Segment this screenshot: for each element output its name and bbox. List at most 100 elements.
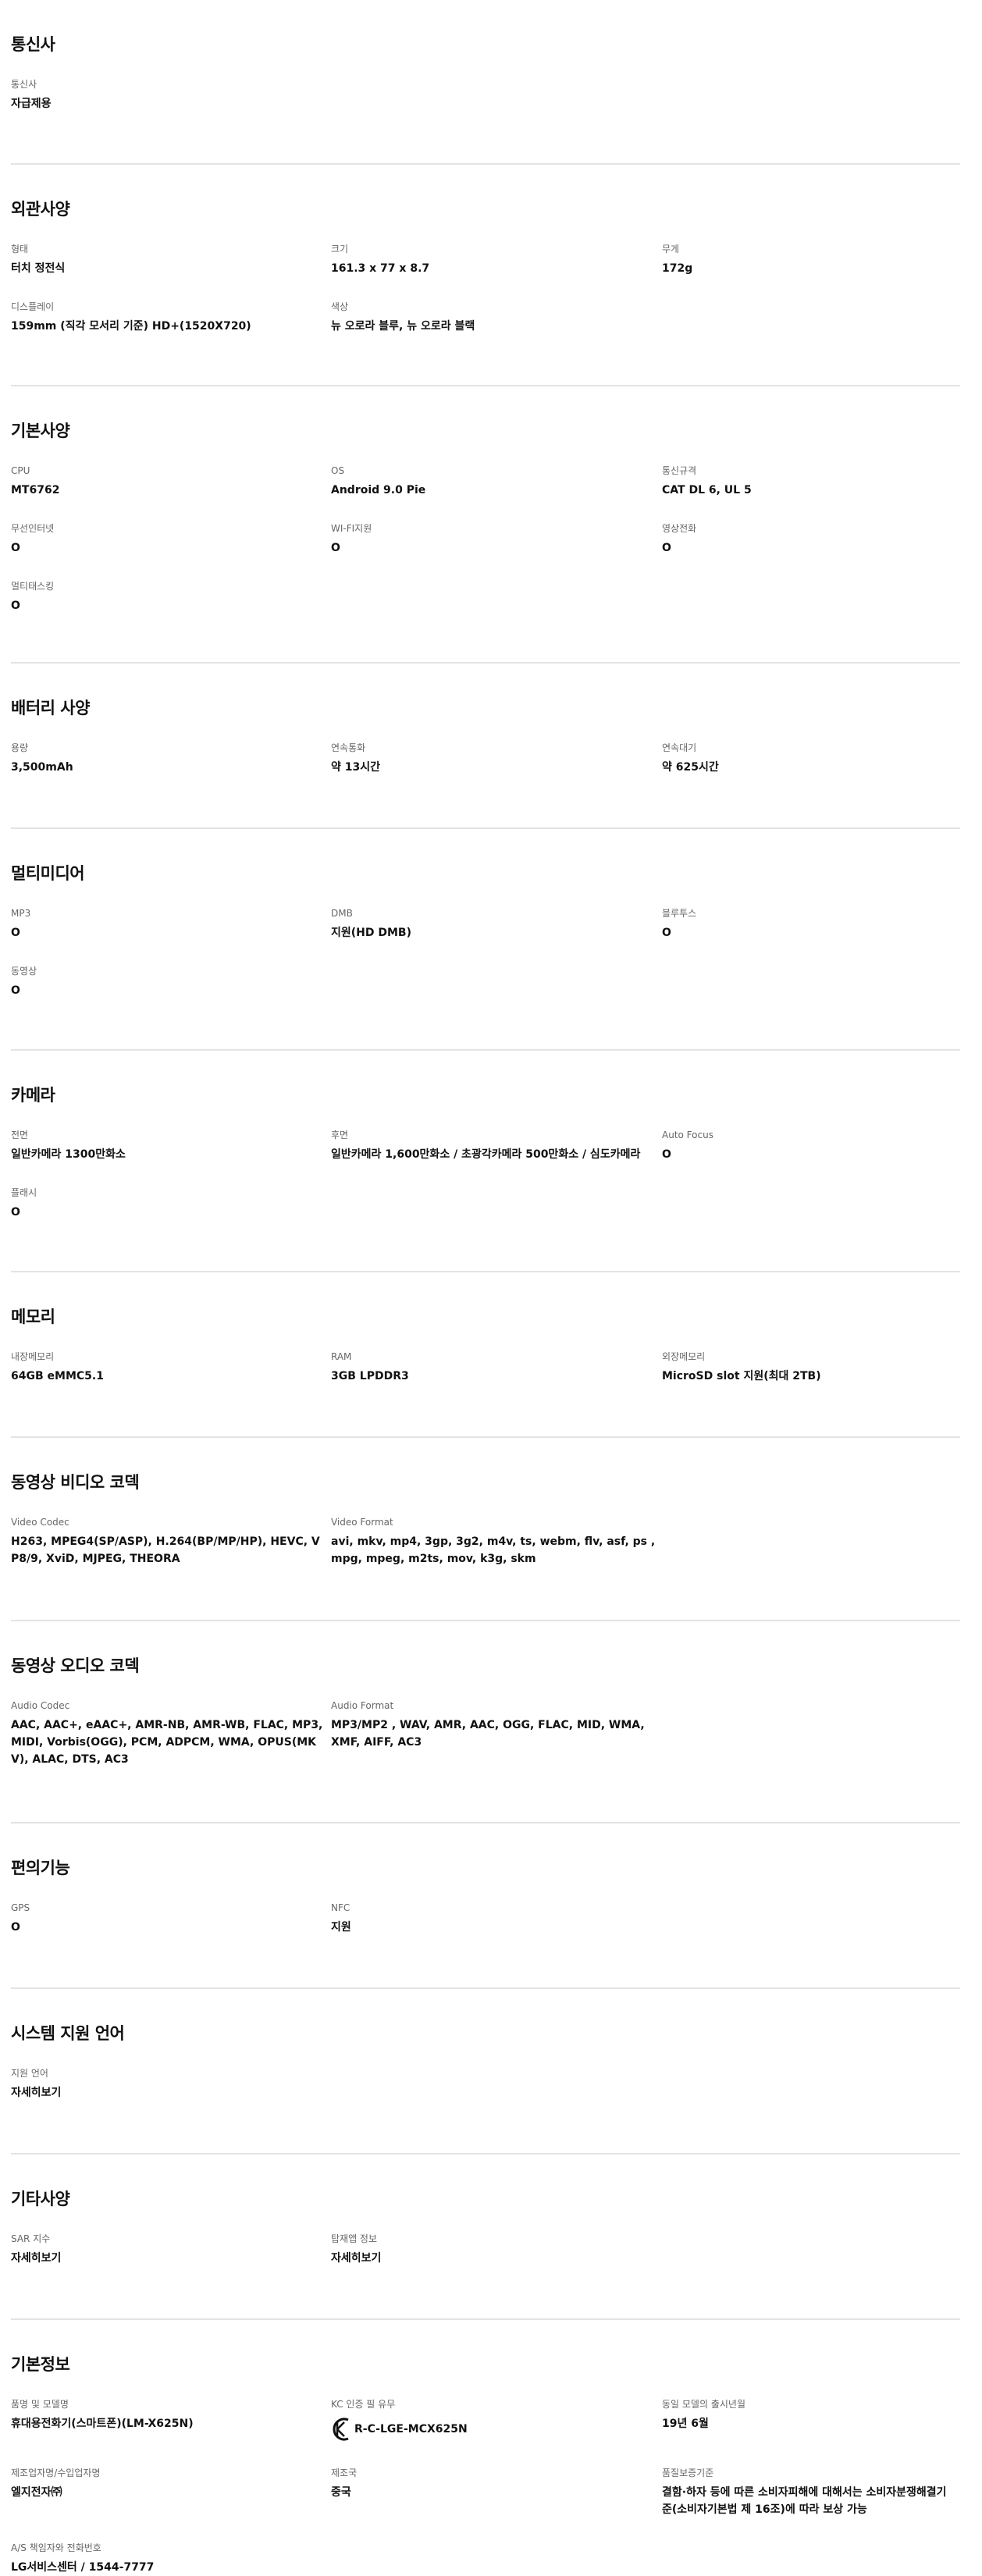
kc-certification: R-C-LGE-MCX625N	[331, 2415, 662, 2443]
spec-item: 품명 및 모델명휴대용전화기(스마트폰)(LM-X625N)	[11, 2398, 331, 2443]
section-title: 동영상 비디오 코덱	[11, 1473, 140, 1492]
spec-item: 연속대기 약 625시간	[662, 742, 960, 776]
spec-grid: Audio Codec AAC, AAC+, eAAC+, AMR-NB, AMR…	[11, 1699, 960, 1768]
section-title: 기본사양	[11, 422, 70, 440]
spec-label: GPS	[11, 1902, 30, 1913]
spec-section: 동영상 비디오 코덱 Video Codec H263, MPEG4(SP/ASP)…	[11, 1438, 960, 1621]
spec-value: MT6762	[11, 484, 60, 496]
spec-value: 지원	[331, 1921, 351, 1934]
spec-label: A/S 책임자와 전화번호	[11, 2542, 101, 2553]
spec-label: Auto Focus	[662, 1130, 713, 1140]
spec-label: Video Format	[331, 1517, 393, 1528]
spec-item: 디스플레이 159mm (직각 모서리 기준) HD+(1520X720)	[11, 301, 331, 335]
section-title: 기타사양	[11, 2190, 70, 2208]
spec-item: Video Codec H263, MPEG4(SP/ASP), H.264(BP…	[11, 1516, 331, 1567]
spec-item: 크기 161.3 x 77 x 8.7	[331, 243, 662, 277]
spec-label: KC 인증 필 유무	[331, 2399, 396, 2410]
spec-value: 172g	[662, 262, 693, 275]
spec-value: MicroSD slot 지원(최대 2TB)	[662, 1370, 821, 1382]
spec-value: MP3/MP2 , WAV, AMR, AAC, OGG, FLAC, MID,…	[331, 1719, 645, 1749]
spec-section: 멀티미디어 MP3 O DMB 지원(HD DMB) 블루투스 O 동영상 O	[11, 829, 960, 1051]
spec-value: O	[331, 542, 340, 554]
spec-value: 19년 6월	[662, 2418, 709, 2430]
spec-section: 외관사양 형태 터치 정전식 크기 161.3 x 77 x 8.7 무게 172g 디스플레…	[11, 165, 960, 386]
spec-label: CPU	[11, 465, 30, 476]
spec-grid: 통신사 자급제용	[11, 78, 960, 112]
spec-item: 내장메모리 64GB eMMC5.1	[11, 1350, 331, 1385]
spec-grid: 형태 터치 정전식 크기 161.3 x 77 x 8.7 무게 172g 디스플레이 159…	[11, 243, 960, 335]
spec-label: 연속통화	[331, 742, 366, 753]
spec-value: 휴대용전화기(스마트폰)(LM-X625N)	[11, 2418, 194, 2430]
spec-item: 통신규격 CAT DL 6, UL 5	[662, 464, 960, 499]
spec-label: 멀티태스킹	[11, 581, 55, 592]
spec-label: 제조국	[331, 2467, 358, 2478]
spec-item: 형태 터치 정전식	[11, 243, 331, 277]
spec-value: Android 9.0 Pie	[331, 484, 426, 496]
spec-item: 후면일반카메라 1,600만화소 / 초광각카메라 500만화소 / 심도카메라	[331, 1129, 662, 1163]
spec-value: 결함·하자 등에 따른 소비자피해에 대해서는 소비자분쟁해결기준(소비자기본법…	[662, 2486, 947, 2516]
detail-link[interactable]: 자세히보기	[11, 2084, 331, 2101]
spec-label: 색상	[331, 301, 349, 312]
spec-value: avi, mkv, mp4, 3gp, 3g2, m4v, ts, webm, …	[331, 1535, 656, 1565]
spec-label: 전면	[11, 1130, 29, 1140]
section-title: 배터리 사양	[11, 699, 90, 717]
spec-item: DMB 지원(HD DMB)	[331, 907, 662, 941]
spec-value: O	[11, 600, 20, 612]
spec-item: 무선인터넷 O	[11, 522, 331, 557]
spec-value: 3,500mAh	[11, 761, 73, 774]
spec-value: CAT DL 6, UL 5	[662, 484, 752, 496]
spec-item: RAM 3GB LPDDR3	[331, 1350, 662, 1385]
spec-item: KC 인증 필 유무 R-C-LGE-MCX625N	[331, 2398, 662, 2443]
spec-label: 외장메모리	[662, 1351, 706, 1362]
detail-link[interactable]: 자세히보기	[331, 2250, 662, 2267]
spec-section: 동영상 오디오 코덱 Audio Codec AAC, AAC+, eAAC+, A…	[11, 1621, 960, 1823]
spec-section: 배터리 사양 용량 3,500mAh 연속통화 약 13시간 연속대기 약 625시간	[11, 664, 960, 829]
spec-label: 품명 및 모델명	[11, 2399, 69, 2410]
spec-label: 영상전화	[662, 523, 697, 534]
spec-item: GPS O	[11, 1902, 331, 1936]
spec-grid: CPU MT6762 OS Android 9.0 Pie 통신규격 CAT DL 6, …	[11, 464, 960, 614]
spec-item: 플래시 O	[11, 1187, 331, 1221]
spec-section: 편의기능 GPS O NFC 지원	[11, 1823, 960, 1989]
spec-item: 블루투스 O	[662, 907, 960, 941]
spec-item: Auto Focus O	[662, 1129, 960, 1163]
spec-grid: 품명 및 모델명 휴대용전화기(스마트폰)(LM-X625N) KC 인증 필 유무…	[11, 2398, 960, 2576]
spec-section: 통신사통신사 자급제용	[11, 0, 960, 165]
spec-value: R-C-LGE-MCX625N	[354, 2423, 468, 2435]
spec-item: Audio Format MP3/MP2 , WAV, AMR, AAC, OGG…	[331, 1699, 662, 1768]
spec-label: 무게	[662, 244, 680, 254]
spec-item: 탑재앱 정보 자세히보기	[331, 2233, 662, 2267]
spec-label: 블루투스	[662, 908, 697, 919]
spec-item: OS Android 9.0 Pie	[331, 464, 662, 499]
spec-item: 동일 모델의 출시년월 19년 6월	[662, 2398, 960, 2443]
spec-label: 후면	[331, 1130, 349, 1140]
spec-grid: 내장메모리 64GB eMMC5.1 RAM 3GB LPDDR3 외장메모리 Micro…	[11, 1350, 960, 1385]
spec-label: OS	[331, 465, 345, 476]
spec-value: O	[662, 927, 671, 939]
spec-value: O	[11, 542, 20, 554]
section-title: 카메라	[11, 1086, 55, 1105]
spec-item: 영상전화 O	[662, 522, 960, 557]
spec-item: 품질보증기준 결함·하자 등에 따른 소비자피해에 대해서는 소비자분쟁해결기준(…	[662, 2467, 960, 2518]
spec-item: WI-FI지원 O	[331, 522, 662, 557]
spec-section: 카메라 전면 일반카메라 1300만화소 후면 일반카메라 1,600만화소 / 초광각…	[11, 1051, 960, 1272]
spec-label: 디스플레이	[11, 301, 55, 312]
detail-link[interactable]: 자세히보기	[11, 2250, 331, 2267]
spec-label: Audio Format	[331, 1700, 394, 1711]
spec-value: 터치 정전식	[11, 262, 66, 275]
section-title: 동영상 오디오 코덱	[11, 1656, 140, 1675]
section-title: 통신사	[11, 35, 55, 54]
spec-label: 지원 언어	[11, 2068, 48, 2079]
spec-value: LG서비스센터 / 1544-7777	[11, 2561, 155, 2574]
spec-label: WI-FI지원	[331, 523, 372, 534]
spec-item: 통신사 자급제용	[11, 78, 331, 112]
spec-grid: Video Codec H263, MPEG4(SP/ASP), H.264(BP…	[11, 1516, 960, 1567]
spec-label: Audio Codec	[11, 1700, 70, 1711]
spec-label: 제조업자명/수입업자명	[11, 2467, 101, 2478]
spec-value: 일반카메라 1,600만화소 / 초광각카메라 500만화소 / 심도카메라	[331, 1148, 641, 1161]
spec-value: O	[662, 1148, 671, 1161]
section-title: 편의기능	[11, 1859, 70, 1877]
section-title: 기본정보	[11, 2355, 70, 2374]
spec-grid: GPS O NFC 지원	[11, 1902, 960, 1936]
spec-section: 기본사양 CPU MT6762 OS Android 9.0 Pie 통신규격 CAT DL…	[11, 386, 960, 664]
